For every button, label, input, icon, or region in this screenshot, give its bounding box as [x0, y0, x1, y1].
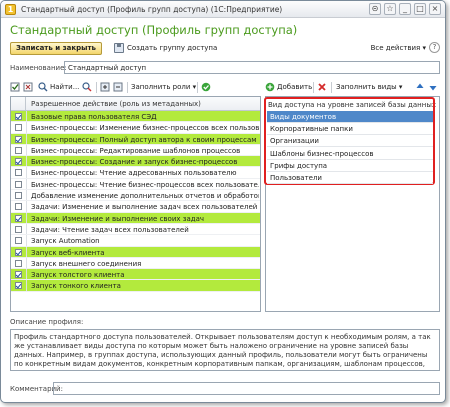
list-item[interactable]: Виды документов	[267, 111, 433, 123]
role-checkbox[interactable]	[15, 248, 22, 256]
roles-toolbar: Найти... Заполнить роли ▾	[10, 81, 260, 94]
save-close-button[interactable]: Записать и закрыть	[10, 42, 102, 55]
role-label: Бизнес-процессы: Создание и запуск бизне…	[31, 158, 238, 167]
roles-table: Разрешенное действие (роль из метаданных…	[10, 96, 261, 312]
access-kinds-toolbar: Добавить Заполнить виды ▾	[265, 81, 443, 94]
table-row[interactable]: Бизнес-процессы: Чтение адресованных пол…	[11, 167, 260, 179]
help-icon[interactable]: ?	[429, 42, 440, 53]
role-label: Задачи: Изменение и выполнение своих зад…	[31, 214, 205, 223]
save-icon[interactable]	[114, 43, 124, 53]
table-row[interactable]: Задачи: Изменение и выполнение своих зад…	[11, 212, 260, 224]
fill-kinds-menu[interactable]: Заполнить виды ▾	[336, 83, 402, 91]
role-checkbox[interactable]	[15, 259, 22, 267]
name-label: Наименование:	[10, 64, 67, 72]
list-item[interactable]: Пользователи	[267, 172, 433, 184]
move-up-icon[interactable]	[415, 82, 425, 92]
star-icon[interactable]: ☆	[384, 3, 396, 15]
table-row[interactable]: Запуск тонкого клиента	[11, 280, 260, 292]
close-icon[interactable]: ×	[429, 3, 441, 15]
role-label: Запуск толстого клиента	[31, 271, 125, 280]
role-label: Бизнес-процессы: Чтение адресованных пол…	[31, 169, 237, 178]
roles-table-header: Разрешенное действие (роль из метаданных…	[11, 97, 260, 111]
table-row[interactable]: Добавление изменение дополнительных отче…	[11, 190, 260, 202]
table-row[interactable]: Бизнес-процессы: Редактирование шаблонов…	[11, 144, 260, 157]
table-row[interactable]: Запуск Automation	[11, 235, 260, 247]
link-icon[interactable]: ⊝	[369, 3, 381, 15]
apply-check-icon[interactable]	[201, 82, 211, 92]
uncheck-all-icon[interactable]	[23, 82, 33, 92]
role-checkbox[interactable]	[15, 192, 22, 200]
table-row[interactable]: Бизнес-процессы: Создание и запуск бизне…	[11, 156, 260, 168]
table-row[interactable]: Базовые права пользователя СЭД	[11, 111, 260, 123]
description-textarea[interactable]: Профиль стандартного доступа пользовател…	[10, 329, 440, 371]
form-toolbar: Записать и закрыть Создать группу доступ…	[10, 42, 440, 56]
find-button[interactable]: Найти...	[50, 83, 79, 91]
role-checkbox[interactable]	[15, 237, 22, 245]
table-row[interactable]: Бизнес-процессы: Чтение бизнес-процессов…	[11, 178, 260, 191]
description-label: Описание профиля:	[10, 318, 84, 326]
expand-icon[interactable]	[100, 82, 110, 92]
move-down-icon[interactable]	[428, 82, 438, 92]
main-window: 1 Стандартный доступ (Профиль групп дост…	[0, 0, 446, 403]
role-checkbox[interactable]	[15, 282, 22, 290]
role-label: Бизнес-процессы: Редактирование шаблонов…	[31, 146, 241, 155]
add-icon[interactable]	[265, 82, 275, 92]
name-input[interactable]: Стандартный доступ	[64, 61, 440, 74]
maximize-icon[interactable]: □	[414, 3, 426, 15]
role-checkbox[interactable]	[15, 203, 22, 211]
role-label: Задачи: Чтение задач всех пользователей	[31, 225, 189, 234]
table-row[interactable]: Задачи: Изменение и выполнение задач все…	[11, 201, 260, 213]
table-row[interactable]: Бизнес-процессы: Полный доступ автора к …	[11, 133, 260, 145]
table-row[interactable]: Запуск толстого клиента	[11, 269, 260, 281]
form-heading: Стандартный доступ (Профиль групп доступ…	[10, 23, 298, 37]
collapse-icon[interactable]	[113, 82, 123, 92]
role-label: Задачи: Изменение и выполнение задач все…	[31, 203, 258, 212]
role-checkbox[interactable]	[15, 113, 22, 120]
title-bar: 1 Стандартный доступ (Профиль групп дост…	[1, 1, 445, 18]
role-label: Запуск тонкого клиента	[31, 282, 121, 291]
role-checkbox[interactable]	[15, 271, 22, 279]
check-all-icon[interactable]	[10, 82, 20, 92]
table-row[interactable]: Бизнес-процессы: Изменение бизнес-процес…	[11, 122, 260, 134]
create-group-button[interactable]: Создать группу доступа	[127, 44, 217, 52]
search-icon[interactable]	[38, 82, 48, 92]
role-label: Бизнес-процессы: Изменение бизнес-процес…	[31, 124, 259, 133]
list-item[interactable]: Корпоративные папки	[267, 123, 433, 136]
role-checkbox[interactable]	[15, 124, 22, 132]
list-item[interactable]: Организации	[267, 135, 433, 148]
roles-column-header[interactable]: Разрешенное действие (роль из метаданных…	[31, 100, 201, 108]
comment-input[interactable]	[53, 382, 440, 395]
role-checkbox[interactable]	[15, 135, 22, 143]
fill-roles-menu[interactable]: Заполнить роли ▾	[131, 83, 196, 91]
role-label: Запуск внешнего соединения	[31, 259, 142, 268]
role-checkbox[interactable]	[15, 180, 22, 188]
role-checkbox[interactable]	[15, 169, 22, 177]
role-label: Запуск веб-клиента	[31, 248, 105, 257]
table-row[interactable]: Запуск внешнего соединения	[11, 257, 260, 270]
list-item[interactable]: Грифы доступа	[267, 160, 433, 172]
app-logo-icon: 1	[5, 4, 16, 15]
table-row[interactable]: Задачи: Чтение задач всех пользователей	[11, 223, 260, 236]
cancel-search-icon[interactable]	[82, 82, 92, 92]
add-button[interactable]: Добавить	[277, 83, 312, 91]
role-label: Бизнес-процессы: Чтение бизнес-процессов…	[31, 180, 259, 189]
window-title: Стандартный доступ (Профиль групп доступ…	[21, 5, 283, 14]
role-checkbox[interactable]	[15, 214, 22, 222]
role-label: Запуск Automation	[31, 237, 100, 246]
table-row[interactable]: Запуск веб-клиента	[11, 246, 260, 258]
minimize-icon[interactable]: _	[399, 3, 411, 15]
role-label: Добавление изменение дополнительных отче…	[31, 192, 259, 201]
role-label: Бизнес-процессы: Полный доступ автора к …	[31, 135, 257, 144]
role-label: Базовые права пользователя СЭД	[31, 113, 157, 121]
role-checkbox[interactable]	[15, 158, 22, 166]
all-actions-menu[interactable]: Все действия ▾	[371, 44, 426, 52]
role-checkbox[interactable]	[15, 225, 22, 233]
delete-icon[interactable]	[317, 82, 327, 92]
role-checkbox[interactable]	[15, 146, 22, 154]
list-item[interactable]: Шаблоны бизнес-процессов	[267, 148, 433, 160]
